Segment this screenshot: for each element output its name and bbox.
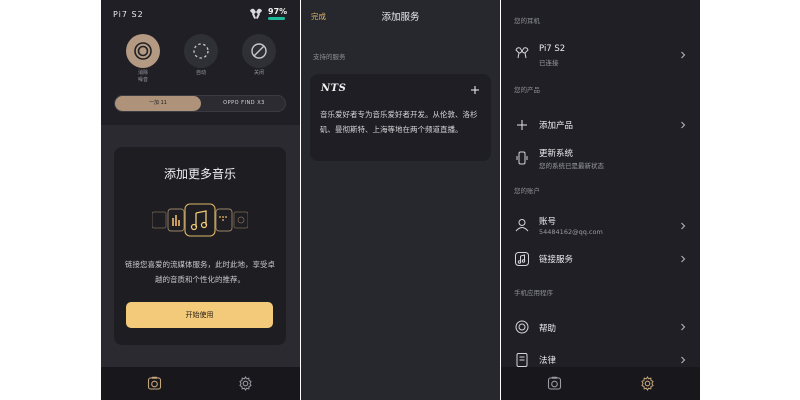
add-product-title: 添加产品 [539, 121, 574, 131]
music-note-icon [515, 252, 529, 266]
nts-logo: NTS [321, 83, 347, 94]
chevron-right-icon [681, 323, 686, 331]
noise-cancel-icon [134, 42, 152, 60]
settings-row-help[interactable]: 帮助 [501, 318, 700, 338]
auto-icon [193, 43, 209, 59]
device-row-title: Pi7 S2 [539, 44, 566, 54]
service-description: 音乐爱好者专为音乐爱好者开发。从伦敦、洛杉矶、曼彻斯特、上海等地在两个频道直播。 [320, 110, 478, 134]
settings-row-account[interactable]: 账号 54484162@qq.com [501, 213, 700, 239]
gear-icon[interactable] [640, 376, 655, 391]
mode-noise-cancel-button[interactable] [126, 34, 160, 68]
home-screen: Pi7 S2 97% 消除 噪音 自动 关闭 一加 11 OPPO FIND X… [101, 0, 300, 400]
chevron-right-icon [681, 356, 686, 364]
update-row-status: 您的系统已是最新状态 [539, 162, 604, 170]
mode-auto-button[interactable] [184, 34, 218, 68]
home-content: 添加更多音乐 链接您喜爱的流媒体服务，此时此地，享受卓越的音质和个性化的推荐。 … [101, 125, 300, 367]
earbuds-icon [515, 47, 529, 59]
update-row-title: 更新系统 [539, 149, 574, 159]
firmware-update-icon [516, 151, 528, 165]
settings-row-link-services[interactable]: 链接服务 [501, 249, 700, 269]
earbuds-icon [250, 8, 262, 19]
device-row-status: 已连接 [539, 59, 559, 67]
page-title: 添加服务 [381, 12, 420, 23]
chevron-right-icon [681, 255, 686, 263]
add-service-screen: 完成 添加服务 支持的服务 NTS 音乐爱好者专为音乐爱好者开发。从伦敦、洛杉矶… [301, 0, 500, 400]
supported-services-label: 支持的服务 [313, 53, 346, 61]
help-icon [515, 320, 529, 334]
headphones-tab-icon[interactable] [147, 376, 162, 391]
help-title: 帮助 [539, 324, 557, 334]
segment-right[interactable]: OPPO FIND X3 [201, 96, 287, 111]
section-earphones: 您的耳机 [514, 17, 540, 25]
tab-bar [101, 367, 300, 400]
section-products: 您的产品 [514, 86, 540, 94]
tab-bar [501, 367, 700, 400]
mode-label-off: 关闭 [253, 70, 264, 76]
off-icon [251, 43, 267, 59]
add-music-card: 添加更多音乐 链接您喜爱的流媒体服务，此时此地，享受卓越的音质和个性化的推荐。 … [114, 147, 286, 345]
link-services-title: 链接服务 [539, 255, 574, 265]
mode-label-auto: 自动 [195, 70, 206, 76]
chevron-right-icon [681, 222, 686, 230]
gear-icon[interactable] [238, 376, 253, 391]
document-icon [516, 353, 528, 367]
settings-row-legal[interactable]: 法律 [501, 351, 700, 367]
card-title: 添加更多音乐 [163, 167, 236, 181]
add-icon[interactable] [468, 83, 482, 97]
get-started-button[interactable]: 开始使用 [126, 302, 273, 328]
streaming-services-illustration [152, 203, 248, 237]
headphones-tab-icon[interactable] [547, 376, 562, 391]
settings-screen: 您的耳机 Pi7 S2 已连接 您的产品 添加产品 更新系统 您的系统已是最新状… [501, 0, 700, 400]
card-description: 链接您喜爱的流媒体服务，此时此地，享受卓越的音质和个性化的推荐。 [125, 260, 275, 284]
chevron-right-icon [681, 51, 686, 59]
mode-label-noise-cancel: 消除 噪音 [137, 70, 148, 83]
section-app: 手机应用程序 [514, 289, 553, 297]
section-account: 您的账户 [514, 187, 540, 195]
user-icon [515, 219, 529, 232]
account-row-email: 54484162@qq.com [539, 228, 603, 236]
device-name: Pi7 S2 [113, 10, 144, 19]
segment-left[interactable]: 一加 11 [115, 96, 201, 111]
source-device-switch: 一加 11 OPPO FIND X3 [114, 95, 286, 112]
service-card-nts[interactable]: NTS 音乐爱好者专为音乐爱好者开发。从伦敦、洛杉矶、曼彻斯特、上海等地在两个频… [310, 74, 491, 161]
account-row-title: 账号 [539, 217, 557, 227]
settings-row-add-product[interactable]: 添加产品 [501, 115, 700, 135]
chevron-right-icon [681, 121, 686, 129]
mode-off-button[interactable] [242, 34, 276, 68]
plus-icon [517, 120, 527, 130]
battery-percent: 97% [268, 7, 288, 16]
battery-bar [268, 17, 286, 20]
settings-row-device[interactable]: Pi7 S2 已连接 [501, 41, 700, 71]
legal-title: 法律 [539, 356, 557, 366]
settings-row-update[interactable]: 更新系统 您的系统已是最新状态 [501, 144, 700, 172]
